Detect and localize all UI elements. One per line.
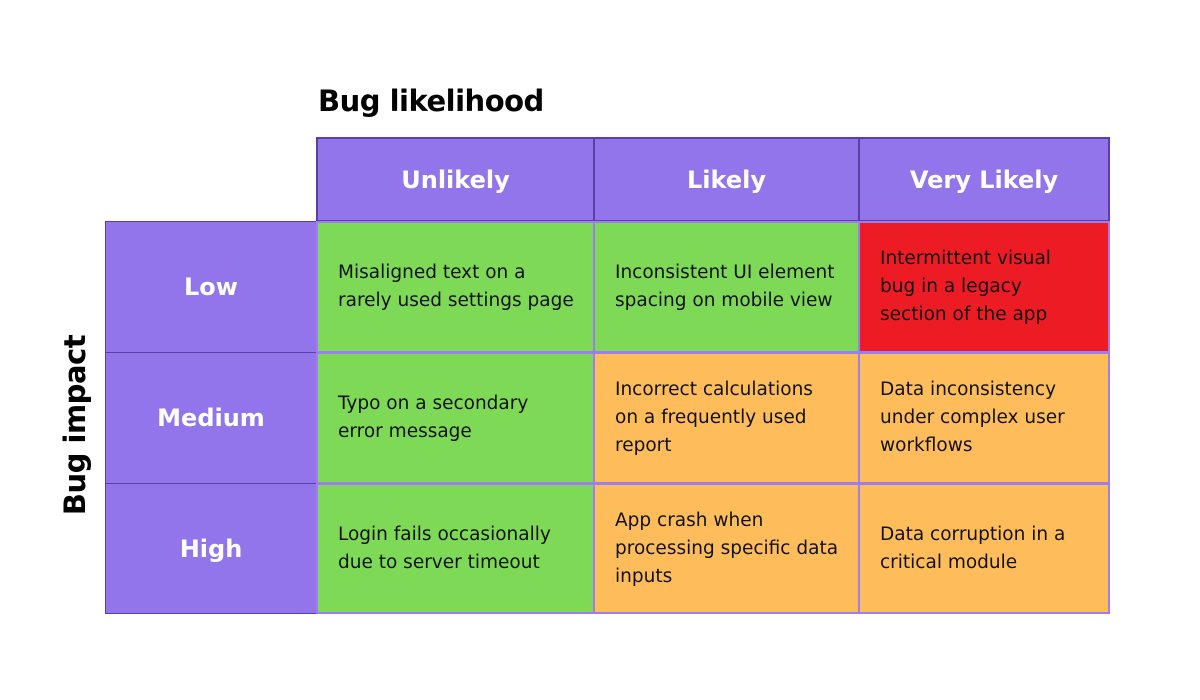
row-header-medium: Medium <box>105 352 317 484</box>
matrix-cell-high-likely: App crash when processing specific data … <box>593 483 860 614</box>
row-header-low: Low <box>105 221 317 353</box>
cell-text: Login fails occasionally due to server t… <box>338 523 551 573</box>
matrix-cell-high-unlikely: Login fails occasionally due to server t… <box>316 483 595 614</box>
cell-text: Misaligned text on a rarely used setting… <box>338 262 574 311</box>
cell-text: Data corruption in a critical module <box>880 523 1066 573</box>
matrix-cell-medium-likely: Incorrect calculations on a frequently u… <box>593 352 860 484</box>
matrix-cell-low-unlikely: Misaligned text on a rarely used setting… <box>316 221 595 353</box>
cell-text: Inconsistent UI element spacing on mobil… <box>615 262 835 311</box>
matrix-cell-medium-unlikely: Typo on a secondary error message <box>316 352 595 484</box>
matrix-cell-low-likely: Inconsistent UI element spacing on mobil… <box>593 221 860 353</box>
cell-text: Typo on a secondary error message <box>338 393 529 442</box>
y-axis-title: Bug impact <box>58 334 92 516</box>
column-header-label: Unlikely <box>401 165 510 194</box>
matrix-cell-medium-very-likely: Data inconsistency under complex user wo… <box>858 352 1110 484</box>
cell-text: App crash when processing specific data … <box>615 509 839 587</box>
column-header-very-likely: Very Likely <box>858 137 1110 222</box>
row-header-label: High <box>179 534 243 563</box>
column-header-unlikely: Unlikely <box>316 137 595 222</box>
row-header-label: Low <box>184 273 238 301</box>
column-header-label: Likely <box>687 165 766 194</box>
matrix-cell-low-very-likely: Intermittent visual bug in a legacy sect… <box>858 221 1110 353</box>
row-header-label: Medium <box>157 404 265 432</box>
cell-text: Incorrect calculations on a frequently u… <box>615 379 813 456</box>
column-header-likely: Likely <box>593 137 860 222</box>
column-header-label: Very Likely <box>909 165 1059 194</box>
x-axis-title: Bug likelihood <box>318 84 544 118</box>
cell-text: Data inconsistency under complex user wo… <box>880 379 1065 456</box>
row-header-high: High <box>105 483 317 614</box>
cell-text: Intermittent visual bug in a legacy sect… <box>880 248 1051 325</box>
matrix-cell-high-very-likely: Data corruption in a critical module <box>858 483 1110 614</box>
